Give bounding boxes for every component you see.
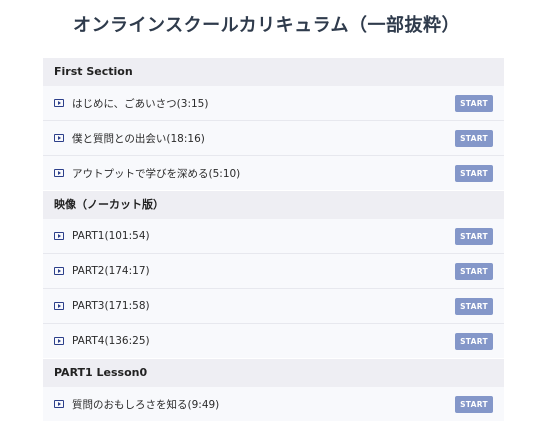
lecture-row[interactable]: PART2(174:17) START xyxy=(43,254,504,289)
lecture-title: 質問のおもしろさを知る(9:49) xyxy=(72,398,220,411)
lecture-title: 僕と質問との出会い(18:16) xyxy=(72,132,205,145)
play-icon xyxy=(54,134,64,142)
lecture-row[interactable]: PART4(136:25) START xyxy=(43,324,504,358)
start-button[interactable]: START xyxy=(455,165,493,182)
start-button[interactable]: START xyxy=(455,130,493,147)
section-header: First Section xyxy=(43,58,504,86)
play-icon xyxy=(54,400,64,408)
play-icon xyxy=(54,99,64,107)
section-first-section: First Section はじめに、ごあいさつ(3:15) START 僕と質… xyxy=(43,58,504,190)
lecture-title: PART1(101:54) xyxy=(72,230,150,242)
start-button[interactable]: START xyxy=(455,228,493,245)
start-button[interactable]: START xyxy=(455,333,493,350)
page-title: オンラインスクールカリキュラム（一部抜粋） xyxy=(72,15,461,36)
curriculum-list: First Section はじめに、ごあいさつ(3:15) START 僕と質… xyxy=(43,58,504,421)
section-uncut-video: 映像（ノーカット版） PART1(101:54) START PART2(174… xyxy=(43,191,504,358)
lecture-row[interactable]: PART3(171:58) START xyxy=(43,289,504,324)
lecture-title: PART4(136:25) xyxy=(72,335,150,347)
lecture-row[interactable]: アウトプットで学びを深める(5:10) START xyxy=(43,156,504,190)
section-part1-lesson0: PART1 Lesson0 質問のおもしろさを知る(9:49) START xyxy=(43,359,504,421)
lecture-row[interactable]: 僕と質問との出会い(18:16) START xyxy=(43,121,504,156)
play-icon xyxy=(54,169,64,177)
curriculum-page: オンラインスクールカリキュラム（一部抜粋） First Section はじめに… xyxy=(0,0,533,445)
lecture-title: アウトプットで学びを深める(5:10) xyxy=(72,167,241,180)
start-button[interactable]: START xyxy=(455,298,493,315)
play-icon xyxy=(54,302,64,310)
start-button[interactable]: START xyxy=(455,396,493,413)
lecture-row[interactable]: はじめに、ごあいさつ(3:15) START xyxy=(43,86,504,121)
lecture-title: PART3(171:58) xyxy=(72,300,150,312)
start-button[interactable]: START xyxy=(455,263,493,280)
lecture-row[interactable]: PART1(101:54) START xyxy=(43,219,504,254)
start-button[interactable]: START xyxy=(455,95,493,112)
play-icon xyxy=(54,337,64,345)
section-header: PART1 Lesson0 xyxy=(43,359,504,387)
section-header: 映像（ノーカット版） xyxy=(43,191,504,219)
lecture-row[interactable]: 質問のおもしろさを知る(9:49) START xyxy=(43,387,504,421)
play-icon xyxy=(54,267,64,275)
play-icon xyxy=(54,232,64,240)
lecture-title: はじめに、ごあいさつ(3:15) xyxy=(72,97,209,110)
lecture-title: PART2(174:17) xyxy=(72,265,150,277)
